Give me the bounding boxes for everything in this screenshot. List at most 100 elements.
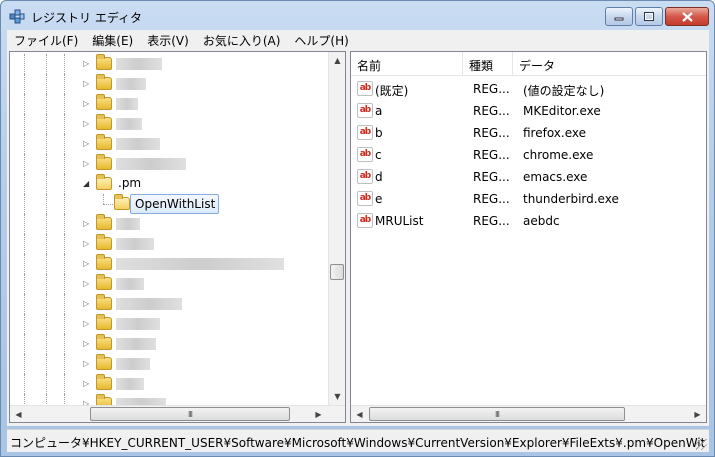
- string-value-icon: ab: [357, 191, 373, 206]
- scroll-thumb[interactable]: III: [90, 407, 290, 421]
- expand-arrow-icon[interactable]: ▷: [83, 299, 92, 309]
- menu-file[interactable]: ファイル(F): [7, 32, 85, 49]
- scroll-right-arrow-icon[interactable]: ▶: [310, 406, 327, 422]
- status-path: コンピュータ¥HKEY_CURRENT_USER¥Software¥Micros…: [10, 436, 706, 450]
- scroll-down-arrow-icon[interactable]: ▼: [329, 388, 345, 405]
- resize-grip-icon[interactable]: [696, 439, 707, 450]
- tree-node-obscured[interactable]: ▷: [10, 234, 328, 254]
- menu-bar: ファイル(F) 編集(E) 表示(V) お気に入り(A) ヘルプ(H): [7, 30, 709, 50]
- list-item[interactable]: ab MRUList REG... aebdc: [351, 210, 706, 232]
- expand-arrow-icon[interactable]: ▷: [83, 239, 92, 249]
- tree-node-openwithlist[interactable]: OpenWithList: [10, 194, 328, 214]
- maximize-button[interactable]: [635, 7, 663, 26]
- tree-vertical-scrollbar[interactable]: ▲ ▼: [328, 52, 345, 405]
- folder-icon: [96, 94, 112, 110]
- tree-horizontal-scrollbar[interactable]: ◀ III ▶: [10, 405, 345, 422]
- list-item[interactable]: ab a REG... MKEditor.exe: [351, 100, 706, 122]
- menu-view[interactable]: 表示(V): [140, 32, 196, 49]
- tree-node-obscured[interactable]: ▷: [10, 374, 328, 394]
- redacted-key-name: [116, 158, 186, 170]
- value-type: REG...: [473, 192, 510, 206]
- folder-icon: [96, 314, 112, 330]
- tree-node-obscured[interactable]: ▷: [10, 134, 328, 154]
- value-name: c: [375, 148, 382, 162]
- value-name: e: [375, 192, 383, 206]
- scroll-left-arrow-icon[interactable]: ◀: [351, 406, 368, 422]
- list-horizontal-scrollbar[interactable]: ◀ III ▶: [351, 405, 706, 422]
- value-type: REG...: [473, 148, 510, 162]
- tree-node-obscured[interactable]: ▷: [10, 274, 328, 294]
- expand-arrow-icon[interactable]: ▷: [83, 259, 92, 269]
- value-data: thunderbird.exe: [523, 192, 619, 206]
- redacted-key-name: [116, 278, 144, 290]
- tree-node-obscured[interactable]: ▷: [10, 214, 328, 234]
- open-folder-icon: [114, 194, 130, 210]
- folder-icon: [96, 214, 112, 230]
- redacted-key-name: [116, 238, 154, 250]
- registry-editor-window: レジストリ エディタ ファイル(F) 編集(E) 表示(V) お気に入り(A) …: [0, 0, 715, 457]
- tree-node-obscured[interactable]: ▷: [10, 74, 328, 94]
- expand-arrow-icon[interactable]: ▷: [83, 279, 92, 289]
- expand-arrow-icon[interactable]: ▷: [83, 119, 92, 129]
- redacted-key-name: [116, 118, 142, 130]
- close-button[interactable]: [665, 7, 709, 26]
- redacted-key-name: [116, 298, 182, 310]
- expand-arrow-icon[interactable]: ▷: [83, 219, 92, 229]
- menu-help[interactable]: ヘルプ(H): [287, 32, 355, 49]
- scroll-thumb[interactable]: [330, 264, 344, 280]
- list-item[interactable]: ab b REG... firefox.exe: [351, 122, 706, 144]
- tree-node-obscured[interactable]: ▷: [10, 294, 328, 314]
- value-data: aebdc: [523, 214, 560, 228]
- expand-arrow-icon[interactable]: ▷: [83, 359, 92, 369]
- maximize-icon: [644, 12, 654, 21]
- title-bar[interactable]: レジストリ エディタ: [1, 1, 714, 31]
- scroll-up-arrow-icon[interactable]: ▲: [329, 52, 345, 69]
- menu-edit[interactable]: 編集(E): [85, 32, 140, 49]
- expand-arrow-icon[interactable]: ▷: [83, 319, 92, 329]
- expand-arrow-icon[interactable]: ▷: [83, 379, 92, 389]
- redacted-key-name: [116, 338, 156, 350]
- menu-favorites[interactable]: お気に入り(A): [196, 32, 288, 49]
- list-item[interactable]: ab (既定) REG... (値の設定なし): [351, 78, 706, 100]
- column-header-type[interactable]: 種類: [463, 52, 513, 76]
- value-name: MRUList: [375, 214, 424, 228]
- thumb-grip-icon: III: [187, 409, 193, 419]
- tree-node-pm[interactable]: ◢ .pm: [10, 174, 328, 194]
- tree-node-obscured[interactable]: ▷: [10, 254, 328, 274]
- scroll-right-arrow-icon[interactable]: ▶: [689, 406, 706, 422]
- expand-arrow-icon[interactable]: ▷: [83, 139, 92, 149]
- scroll-thumb[interactable]: III: [369, 407, 625, 421]
- selected-key[interactable]: OpenWithList: [130, 194, 220, 214]
- column-header-data[interactable]: データ: [513, 52, 706, 76]
- expand-arrow-icon[interactable]: ▷: [83, 339, 92, 349]
- redacted-key-name: [116, 258, 284, 270]
- tree-node-obscured[interactable]: ▷: [10, 114, 328, 134]
- value-data: MKEditor.exe: [523, 104, 601, 118]
- tree-node-obscured[interactable]: ▷: [10, 54, 328, 74]
- value-name: a: [375, 104, 383, 118]
- list-item[interactable]: ab d REG... emacs.exe: [351, 166, 706, 188]
- tree-node-obscured[interactable]: ▷: [10, 334, 328, 354]
- status-bar: コンピュータ¥HKEY_CURRENT_USER¥Software¥Micros…: [7, 429, 709, 452]
- folder-icon: [96, 374, 112, 390]
- values-list-pane[interactable]: 名前 種類 データ ab (既定) REG... (値の設定なし) ab a R…: [350, 51, 707, 423]
- collapse-arrow-icon[interactable]: ◢: [83, 179, 92, 189]
- key-tree-pane[interactable]: ▷ ▷ ▷ ▷ ▷ ▷ ◢ .pm OpenWithList ▷ ▷ ▷ ▷ ▷…: [9, 51, 346, 423]
- list-item[interactable]: ab c REG... chrome.exe: [351, 144, 706, 166]
- list-item[interactable]: ab e REG... thunderbird.exe: [351, 188, 706, 210]
- column-header-name[interactable]: 名前: [351, 52, 463, 76]
- folder-icon: [96, 274, 112, 290]
- scroll-left-arrow-icon[interactable]: ◀: [10, 406, 27, 422]
- tree-node-obscured[interactable]: ▷: [10, 154, 328, 174]
- value-data: firefox.exe: [523, 126, 587, 140]
- tree-node-obscured[interactable]: ▷: [10, 314, 328, 334]
- list-header: 名前 種類 データ: [351, 52, 706, 76]
- expand-arrow-icon[interactable]: ▷: [83, 59, 92, 69]
- expand-arrow-icon[interactable]: ▷: [83, 79, 92, 89]
- tree-node-obscured[interactable]: ▷: [10, 94, 328, 114]
- minimize-button[interactable]: [605, 7, 633, 26]
- tree-node-obscured[interactable]: ▷: [10, 354, 328, 374]
- folder-icon: [96, 54, 112, 70]
- expand-arrow-icon[interactable]: ▷: [83, 99, 92, 109]
- expand-arrow-icon[interactable]: ▷: [83, 159, 92, 169]
